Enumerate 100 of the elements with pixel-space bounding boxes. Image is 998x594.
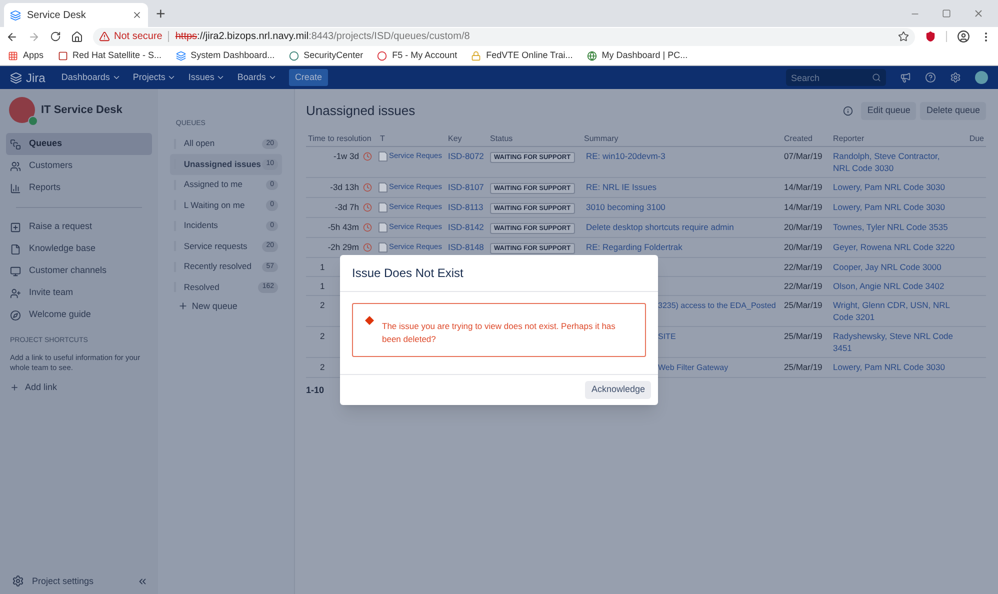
reload-icon[interactable] — [50, 31, 61, 42]
add-link-button[interactable]: Add link — [6, 380, 152, 394]
account-icon[interactable] — [957, 30, 970, 43]
acknowledge-button[interactable]: Acknowledge — [585, 381, 651, 399]
issue-key-link[interactable]: ISD-8072 — [446, 150, 488, 162]
megaphone-icon[interactable] — [900, 72, 911, 83]
column-header[interactable]: Created — [782, 132, 831, 144]
issue-key-link[interactable]: ISD-8142 — [446, 221, 488, 233]
issue-key-link[interactable]: ISD-8148 — [446, 241, 488, 253]
table-cell: -3d 7h — [334, 201, 359, 213]
info-icon[interactable] — [843, 106, 854, 116]
delete-queue-button[interactable]: Delete queue — [920, 102, 986, 120]
reporter-link[interactable]: Randolph, Steve Contractor, NRL Code 3030 — [831, 150, 960, 174]
nav-menu[interactable]: Dashboards — [59, 70, 123, 84]
reporter-link[interactable]: Wright, Glenn CDR, USN, NRL Code 3201 — [831, 299, 960, 323]
reporter-link[interactable]: Olson, Angie NRL Code 3402 — [831, 280, 960, 292]
issue-key-link[interactable]: ISD-8113 — [446, 201, 488, 213]
bookmark-item[interactable]: Apps — [8, 48, 44, 62]
new-queue-button[interactable]: New queue — [170, 300, 282, 313]
summary-link[interactable]: 3235) access to the EDA_Posted — [658, 301, 776, 310]
nav-menu[interactable]: Boards — [235, 70, 279, 84]
summary-link[interactable]: RE: Regarding Foldertrak — [582, 241, 782, 253]
maximize-icon[interactable] — [942, 9, 951, 18]
plus-icon — [10, 382, 19, 392]
reporter-link[interactable]: Geyer, Rowena NRL Code 3220 — [831, 241, 960, 253]
reporter-link[interactable]: Lowery, Pam NRL Code 3030 — [831, 361, 960, 373]
avatar[interactable] — [975, 71, 988, 84]
bookmark-star-icon[interactable] — [898, 31, 909, 42]
create-button[interactable]: Create — [288, 69, 328, 86]
column-header[interactable]: Due — [960, 132, 986, 144]
reporter-link[interactable]: Cooper, Jay NRL Code 3000 — [831, 261, 960, 273]
help-icon[interactable] — [925, 72, 936, 83]
nav-menu[interactable]: Issues — [186, 70, 228, 84]
nav-menu[interactable]: Projects — [130, 70, 178, 84]
sidebar-item[interactable]: Reports — [6, 177, 152, 199]
close-icon[interactable] — [973, 8, 984, 19]
sidebar-item[interactable]: Welcome guide — [6, 304, 152, 326]
table-cell-text: 14/Mar/19 — [783, 181, 824, 193]
column-header[interactable]: Summary — [582, 132, 782, 144]
error-message: The issue you are trying to view does not exist. Perhaps it has been deleted? — [382, 320, 616, 346]
reporter-link[interactable]: Radyshewsky, Steve NRL Code 3451 — [831, 330, 960, 354]
forward-icon[interactable] — [28, 30, 40, 42]
back-icon[interactable] — [6, 30, 18, 42]
sidebar-item[interactable]: Knowledge base — [6, 238, 152, 260]
summary-link[interactable]: Delete desktop shortcuts require admin — [582, 221, 782, 233]
dialog-title: Issue Does Not Exist — [352, 265, 464, 282]
clock-icon — [363, 242, 372, 252]
home-icon[interactable] — [71, 30, 83, 42]
project-settings-link[interactable]: Project settings — [32, 574, 94, 588]
table-cell-text: 20/Mar/19 — [783, 221, 824, 233]
not-secure-label: Not secure — [114, 30, 162, 44]
column-header[interactable]: Key — [446, 132, 488, 144]
summary-link[interactable]: RE: win10-20devm-3 — [582, 150, 782, 162]
column-header[interactable]: Reporter — [831, 132, 960, 144]
circle-favicon-icon — [377, 50, 388, 60]
clock-icon — [363, 222, 372, 232]
summary-link[interactable]: SITE — [658, 332, 676, 341]
table-cell: 2 — [320, 362, 325, 372]
reporter-link[interactable]: Lowery, Pam NRL Code 3030 — [831, 201, 960, 213]
close-icon[interactable] — [132, 10, 142, 20]
bookmark-item[interactable]: SecurityCenter — [288, 48, 364, 62]
collapse-icon[interactable] — [136, 576, 148, 587]
jira-logo-text[interactable]: Jira — [26, 68, 46, 86]
project-avatar — [9, 97, 35, 123]
shield-icon[interactable] — [925, 31, 936, 42]
edit-queue-button[interactable]: Edit queue — [861, 102, 916, 120]
table-cell-text: 14/Mar/19 — [783, 201, 824, 213]
table-cell: 2 — [320, 300, 325, 310]
table-cell: 1 — [320, 281, 325, 291]
table-cell-text: 25/Mar/19 — [783, 361, 824, 373]
sidebar-item[interactable]: Customer channels — [6, 260, 152, 282]
sidebar-item[interactable]: Customers — [6, 155, 152, 177]
column-header[interactable]: T — [378, 132, 446, 144]
bookmark-item[interactable]: Red Hat Satellite - S... — [58, 48, 162, 62]
summary-link[interactable]: 3010 becoming 3100 — [582, 201, 782, 213]
address-bar[interactable]: Not secure https://jira2.bizops.nrl.navy.mil:8443/projects/ISD/queues/custom/8 — [93, 28, 915, 46]
sidebar-item[interactable]: Queues — [6, 133, 152, 155]
settings-icon[interactable] — [950, 72, 961, 83]
issue-key-link[interactable]: ISD-8107 — [446, 181, 488, 193]
summary-link[interactable]: Web Filter Gateway — [658, 363, 728, 372]
search-icon[interactable] — [872, 73, 881, 82]
table-cell-text: 07/Mar/19 — [783, 150, 824, 162]
search-field[interactable]: Search — [786, 69, 886, 86]
column-header[interactable]: Status — [488, 132, 582, 144]
reporter-link[interactable]: Lowery, Pam NRL Code 3030 — [831, 181, 960, 193]
broken-image-icon — [378, 150, 388, 162]
bookmark-item[interactable]: FedVTE Online Trai... — [471, 48, 573, 62]
monitor-icon — [10, 266, 21, 276]
browser-tab[interactable]: Service Desk — [4, 3, 148, 27]
column-header[interactable]: Time to resolution — [306, 132, 378, 144]
new-tab-button[interactable]: + — [156, 7, 166, 23]
bookmark-item[interactable]: My Dashboard | PC... — [586, 48, 688, 62]
sidebar-item[interactable]: Invite team — [6, 282, 152, 304]
bookmark-item[interactable]: System Dashboard... — [176, 48, 275, 62]
table-cell-text: 22/Mar/19 — [783, 280, 824, 292]
project-name[interactable]: IT Service Desk — [41, 102, 122, 118]
summary-link[interactable]: RE: NRL IE Issues — [582, 181, 782, 193]
sidebar-item[interactable]: Raise a request — [6, 216, 152, 238]
reporter-link[interactable]: Townes, Tyler NRL Code 3535 — [831, 221, 960, 233]
bookmark-item[interactable]: F5 - My Account — [377, 48, 458, 62]
